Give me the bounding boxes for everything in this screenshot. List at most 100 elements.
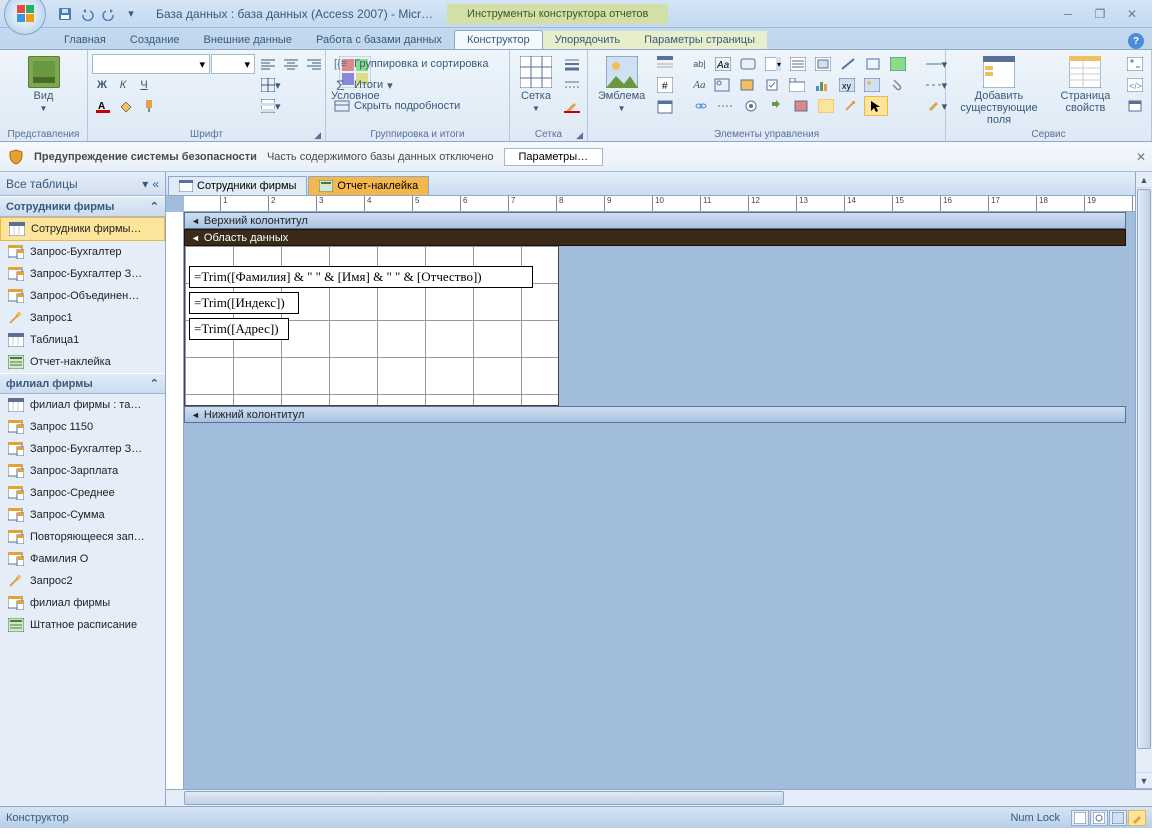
date-time-icon[interactable] [653,96,677,116]
page-break-icon[interactable] [714,96,738,116]
page-numbers-icon[interactable]: # [653,75,677,95]
nav-item[interactable]: Запрос-Среднее [0,482,165,504]
line-icon[interactable] [836,54,860,74]
format-painter-button[interactable] [138,96,160,116]
section-detail[interactable]: ◄Область данных [184,229,1126,246]
nav-group-1[interactable]: Сотрудники фирмы⌃ [0,196,165,217]
select-icon[interactable] [864,96,888,116]
horizontal-scrollbar[interactable] [166,789,1152,806]
font-name-combo[interactable]: ▾ [92,54,210,74]
font-size-combo[interactable]: ▾ [211,54,255,74]
activex-icon[interactable] [789,96,813,116]
gridlines-menu[interactable]: Сетка ▼ [514,54,558,115]
view-report-button[interactable] [1071,810,1089,826]
scroll-down-icon[interactable]: ▼ [1136,772,1152,788]
save-icon[interactable] [56,5,74,23]
nav-item[interactable]: филиал фирмы : та… [0,394,165,416]
align-left-button[interactable] [257,54,279,74]
view-layout-button[interactable] [1109,810,1127,826]
attachment-icon[interactable] [885,75,909,95]
nav-item[interactable]: Отчет-наклейка [0,351,165,373]
group-sort-button[interactable]: [{≡Группировка и сортировка [330,54,492,74]
italic-button[interactable]: К [113,75,133,95]
minimize-button[interactable]: ─ [1056,6,1080,22]
tab-home[interactable]: Главная [52,31,118,49]
bold-button[interactable]: Ж [92,75,112,95]
nav-header[interactable]: Все таблицы ▾« [0,172,165,196]
aa-icon[interactable]: Aa [689,75,709,95]
nav-collapse-icon[interactable]: « [152,177,159,191]
qat-customize-icon[interactable]: ▾ [122,5,140,23]
nav-item[interactable]: Запрос-Бухгалтер З… [0,263,165,285]
title-control-icon[interactable] [653,54,677,74]
align-right-button[interactable] [303,54,325,74]
option-button-icon[interactable] [739,96,763,116]
button-icon[interactable] [736,54,760,74]
scroll-up-icon[interactable]: ▲ [1136,172,1152,188]
tabs-icon[interactable] [785,75,809,95]
font-launcher-icon[interactable]: ◢ [314,130,321,141]
textbox-control-2[interactable]: =Trim([Индекс]) [189,292,299,314]
code-icon[interactable]: </> [1123,75,1147,95]
restore-button[interactable]: ❐ [1088,6,1112,22]
nav-group-2[interactable]: филиал фирмы⌃ [0,373,165,394]
underline-button[interactable]: Ч [134,75,154,95]
nav-item[interactable]: Фамилия О [0,548,165,570]
nav-item[interactable]: Запрос 1150 [0,416,165,438]
tab-database-tools[interactable]: Работа с базами данных [304,31,454,49]
label-icon[interactable]: Aa [711,54,735,74]
vertical-ruler[interactable] [166,212,184,789]
help-button[interactable]: ? [1128,33,1144,49]
fill-color-button[interactable] [115,96,137,116]
font-color-button[interactable]: A [92,96,114,116]
unbound-frame-icon[interactable]: xy [835,75,859,95]
view-preview-button[interactable] [1090,810,1108,826]
nav-item[interactable]: филиал фирмы [0,592,165,614]
subform-icon[interactable] [811,54,835,74]
logo-button[interactable]: Эмблема ▼ [592,54,651,115]
hyperlink-icon[interactable] [689,96,713,116]
tab-design[interactable]: Конструктор [454,30,543,49]
pointer-icon[interactable] [814,96,838,116]
nav-item[interactable]: Запрос-Зарплата [0,460,165,482]
nav-item[interactable]: Сотрудники фирмы… [0,217,165,241]
line-style-button[interactable] [560,75,584,95]
nav-dropdown-icon[interactable]: ▾ [142,177,148,191]
doc-tab-1[interactable]: Сотрудники фирмы [168,176,307,195]
tab-arrange[interactable]: Упорядочить [543,31,632,49]
gridlines-button[interactable]: ▾ [257,75,285,95]
nav-item[interactable]: Штатное расписание [0,614,165,636]
undo-icon[interactable] [78,5,96,23]
nav-item[interactable]: Запрос-Объединен… [0,285,165,307]
vertical-scrollbar[interactable]: ▲ ▼ [1135,172,1152,788]
alt-fill-button[interactable]: ▾ [257,96,285,116]
textbox-icon[interactable]: ab| [689,54,709,74]
line-width-button[interactable] [560,54,584,74]
image-control-icon[interactable] [860,75,884,95]
nav-item[interactable]: Запрос2 [0,570,165,592]
redo-icon[interactable] [100,5,118,23]
textbox-control-1[interactable]: =Trim([Фамилия] & " " & [Имя] & " " & [О… [189,266,533,288]
tab-order-icon[interactable] [1123,54,1147,74]
section-page-footer[interactable]: ◄Нижний колонтитул [184,406,1126,423]
security-options-button[interactable]: Параметры… [504,148,604,166]
hide-details-button[interactable]: Скрыть подробности [330,96,492,116]
tab-create[interactable]: Создание [118,31,192,49]
security-close-button[interactable]: ✕ [1136,150,1146,164]
align-center-button[interactable] [280,54,302,74]
detail-body[interactable]: =Trim([Фамилия] & " " & [Имя] & " " & [О… [184,246,559,406]
wizard-icon[interactable] [839,96,863,116]
section-page-header[interactable]: ◄Верхний колонтитул [184,212,1126,229]
scroll-thumb[interactable] [184,791,784,805]
chart-icon[interactable] [810,75,834,95]
add-fields-button[interactable]: Добавить существующие поля [950,54,1048,128]
doc-tab-2[interactable]: Отчет-наклейка [308,176,429,195]
bound-frame-icon[interactable] [886,54,910,74]
close-button[interactable]: ✕ [1120,6,1144,22]
toggle-icon[interactable] [735,75,759,95]
design-surface[interactable]: ◄Верхний колонтитул ◄Область данных =Tri… [184,212,1152,789]
tab-page-setup[interactable]: Параметры страницы [632,31,767,49]
nav-item[interactable]: Запрос-Сумма [0,504,165,526]
checkbox-icon[interactable] [760,75,784,95]
nav-item[interactable]: Запрос1 [0,307,165,329]
